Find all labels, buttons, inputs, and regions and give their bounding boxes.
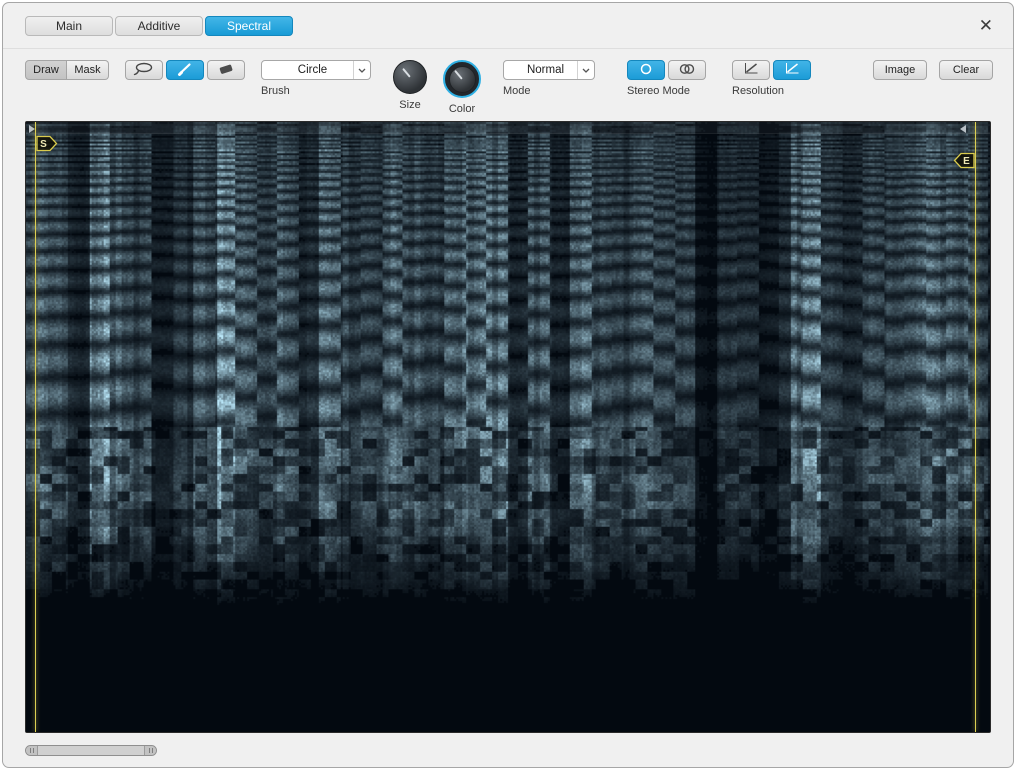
tab-spectral[interactable]: Spectral xyxy=(205,16,293,36)
resolution-caption: Resolution xyxy=(732,85,811,97)
end-marker-label: E xyxy=(963,156,970,167)
resolution-high-button[interactable] xyxy=(773,60,811,80)
footer xyxy=(3,733,1013,767)
spectrogram-canvas[interactable] xyxy=(26,122,990,732)
resolution-chart-icon xyxy=(784,62,800,78)
trim-strip xyxy=(26,122,990,134)
stereo-dual-button[interactable] xyxy=(668,60,706,80)
toolbar: Draw Mask xyxy=(3,49,1013,113)
lasso-icon xyxy=(133,62,155,79)
image-button[interactable]: Image xyxy=(873,60,927,80)
eraser-tool-button[interactable] xyxy=(207,60,245,80)
mono-circle-icon xyxy=(639,62,653,79)
size-knob[interactable] xyxy=(393,60,427,94)
tab-additive[interactable]: Additive xyxy=(115,16,203,36)
end-marker-flag[interactable]: E xyxy=(952,152,975,169)
draw-mask-group: Draw Mask xyxy=(25,60,109,80)
color-control: Color xyxy=(443,60,481,115)
chevron-down-icon xyxy=(353,61,370,79)
stereo-mode-caption: Stereo Mode xyxy=(627,85,706,97)
chevron-down-icon xyxy=(577,61,594,79)
scrollbar-right-grip[interactable] xyxy=(144,746,156,755)
brush-caption: Brush xyxy=(261,85,371,97)
spectral-editor-window: Main Additive Spectral ✕ Draw Mask xyxy=(2,2,1014,768)
color-knob-ring xyxy=(443,60,481,98)
start-marker-label: S xyxy=(40,139,47,150)
mode-control: Normal Mode xyxy=(503,60,595,97)
brush-shape-control: Circle Brush xyxy=(261,60,371,97)
mask-button[interactable]: Mask xyxy=(67,60,109,80)
stereo-mono-button[interactable] xyxy=(627,60,665,80)
stereo-mode-control: Stereo Mode xyxy=(627,60,706,97)
size-control: Size xyxy=(393,60,427,111)
mode-select[interactable]: Normal xyxy=(503,60,595,80)
draw-button[interactable]: Draw xyxy=(25,60,67,80)
brush-icon xyxy=(177,62,193,79)
eraser-icon xyxy=(217,62,235,79)
start-marker-flag[interactable]: S xyxy=(36,135,59,152)
resolution-low-button[interactable] xyxy=(732,60,770,80)
mode-caption: Mode xyxy=(503,85,595,97)
close-icon[interactable]: ✕ xyxy=(975,15,997,36)
size-caption: Size xyxy=(399,99,420,111)
resolution-chart-icon xyxy=(743,62,759,78)
color-knob[interactable] xyxy=(449,66,476,93)
mode-value: Normal xyxy=(504,64,577,76)
scrollbar-left-grip[interactable] xyxy=(26,746,38,755)
start-marker-line[interactable] xyxy=(35,122,36,732)
tab-bar: Main Additive Spectral xyxy=(25,16,293,36)
lasso-tool-button[interactable] xyxy=(125,60,163,80)
color-caption: Color xyxy=(449,103,475,115)
trim-handle-right-icon[interactable] xyxy=(960,125,966,133)
header: Main Additive Spectral ✕ xyxy=(3,3,1013,49)
brush-shape-select[interactable]: Circle xyxy=(261,60,371,80)
stereo-circles-icon xyxy=(678,62,696,79)
spectrogram-editor: S E xyxy=(25,121,991,733)
end-marker-line[interactable] xyxy=(975,122,976,732)
brush-tool-button[interactable] xyxy=(166,60,204,80)
clear-button[interactable]: Clear xyxy=(939,60,993,80)
brush-shape-value: Circle xyxy=(262,64,353,76)
zoom-scrollbar[interactable] xyxy=(25,745,157,756)
resolution-control: Resolution xyxy=(732,60,811,97)
tab-main[interactable]: Main xyxy=(25,16,113,36)
tool-group xyxy=(125,60,245,80)
